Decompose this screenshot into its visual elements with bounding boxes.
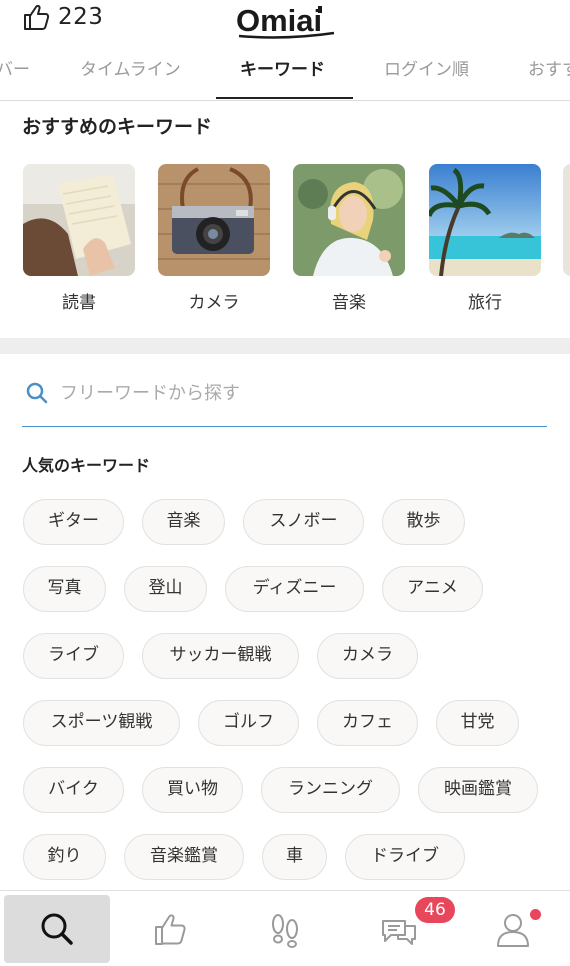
recommended-item-partial[interactable] — [563, 164, 570, 276]
active-tab-indicator — [216, 97, 353, 99]
bottom-navigation: 46 — [0, 890, 570, 966]
omiai-logo: Omiai — [236, 3, 335, 39]
keyword-chip[interactable]: 車 — [262, 834, 327, 880]
like-count: 223 — [58, 4, 104, 30]
keyword-chip[interactable]: ギター — [23, 499, 124, 545]
tab-bar: バー タイムライン キーワード ログイン順 おすす — [0, 48, 570, 101]
nav-profile[interactable] — [460, 895, 566, 963]
recommended-item-music[interactable]: 音楽 — [293, 164, 405, 313]
search-icon — [26, 382, 48, 404]
search-input[interactable] — [60, 376, 530, 410]
messages-icon — [382, 920, 416, 945]
recommended-item-travel[interactable]: 旅行 — [429, 164, 541, 313]
keyword-chip[interactable]: ディズニー — [225, 566, 364, 612]
tab-member[interactable]: バー — [0, 48, 30, 98]
keyword-chip[interactable]: 音楽鑑賞 — [124, 834, 244, 880]
popular-keywords-title: 人気のキーワード — [22, 456, 151, 475]
keyword-chip[interactable]: 釣り — [23, 834, 106, 880]
profile-notification-dot — [530, 909, 541, 920]
recommended-keywords-title: おすすめのキーワード — [22, 116, 213, 138]
recommended-item-label: 音楽 — [332, 293, 366, 313]
keyword-chip[interactable]: スノボー — [243, 499, 364, 545]
app-header: 223 Omiai — [0, 0, 570, 42]
nav-search[interactable] — [4, 895, 110, 963]
recommended-item-label: カメラ — [188, 293, 240, 313]
keyword-chip[interactable]: カメラ — [317, 633, 418, 679]
keyword-chip[interactable]: 映画鑑賞 — [418, 767, 538, 813]
keyword-chip[interactable]: ドライブ — [345, 834, 465, 880]
keyword-chip[interactable]: ライブ — [23, 633, 124, 679]
keyword-chip[interactable]: 登山 — [124, 566, 207, 612]
keyword-chip[interactable]: 買い物 — [142, 767, 243, 813]
keyword-chip[interactable]: ランニング — [261, 767, 400, 813]
keyword-chip[interactable]: 散歩 — [382, 499, 465, 545]
keyword-chip[interactable]: バイク — [23, 767, 124, 813]
svg-text:Omiai: Omiai — [236, 3, 322, 38]
keyword-chip[interactable]: サッカー観戦 — [142, 633, 299, 679]
tab-keyword[interactable]: キーワード — [240, 48, 325, 98]
music-photo — [293, 164, 405, 276]
keyword-chip[interactable]: カフェ — [317, 700, 418, 746]
tab-recommended[interactable]: おすす — [528, 48, 570, 98]
section-divider — [0, 338, 570, 354]
keyword-chip[interactable]: 写真 — [23, 566, 106, 612]
recommended-item-label: 読書 — [62, 293, 96, 313]
keyword-chip[interactable]: 音楽 — [142, 499, 225, 545]
tab-timeline[interactable]: タイムライン — [80, 48, 181, 98]
reading-photo — [23, 164, 135, 276]
keyword-chip[interactable]: スポーツ観戦 — [23, 700, 180, 746]
tab-login-order[interactable]: ログイン順 — [384, 48, 469, 98]
footprints-icon — [272, 914, 298, 948]
camera-photo — [158, 164, 270, 276]
profile-icon — [497, 914, 529, 947]
keyword-chip[interactable]: アニメ — [382, 566, 483, 612]
keyword-chip[interactable]: 甘党 — [436, 700, 519, 746]
travel-photo — [429, 164, 541, 276]
recommended-item-label: 旅行 — [468, 293, 502, 313]
thumbs-up-icon — [24, 4, 50, 30]
keyword-search — [22, 368, 547, 427]
search-icon — [41, 913, 73, 945]
nav-footprints[interactable] — [232, 895, 338, 963]
recommended-item-reading[interactable]: 読書 — [23, 164, 135, 313]
thumbs-up-icon — [155, 914, 186, 945]
recommended-item-camera[interactable]: カメラ — [158, 164, 270, 313]
nav-likes[interactable] — [118, 895, 224, 963]
keyword-chip[interactable]: ゴルフ — [198, 700, 299, 746]
message-count-badge: 46 — [415, 897, 455, 923]
like-counter[interactable]: 223 — [22, 0, 103, 34]
